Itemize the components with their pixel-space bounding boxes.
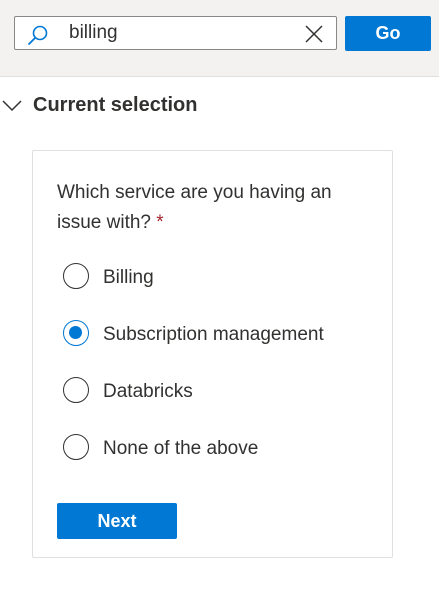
next-button[interactable]: Next [57,503,177,539]
search-icon [28,25,48,45]
question-card: Which service are you having an issue wi… [32,150,393,558]
option-label: Billing [103,267,154,288]
current-selection-header[interactable]: Current selection [0,90,439,122]
section-title: Current selection [33,94,198,116]
option-databricks[interactable]: Databricks [63,377,383,407]
required-marker: * [156,212,164,233]
option-none-of-the-above[interactable]: None of the above [63,434,383,464]
question-label: Which service are you having an issue wi… [57,182,332,233]
chevron-down-icon [2,100,22,112]
go-button[interactable]: Go [345,16,431,51]
option-billing[interactable]: Billing [63,263,383,293]
radio-button[interactable] [63,320,89,346]
radio-button[interactable] [63,263,89,289]
option-subscription-management[interactable]: Subscription management [63,320,383,350]
option-label: Subscription management [103,324,324,345]
question-text: Which service are you having an issue wi… [57,178,357,238]
search-bar: Go [0,0,439,77]
search-input[interactable] [69,19,299,47]
radio-button[interactable] [63,377,89,403]
option-label: Databricks [103,381,193,402]
search-box[interactable] [14,16,337,50]
close-icon[interactable] [305,25,323,43]
option-label: None of the above [103,438,259,459]
radio-button[interactable] [63,434,89,460]
